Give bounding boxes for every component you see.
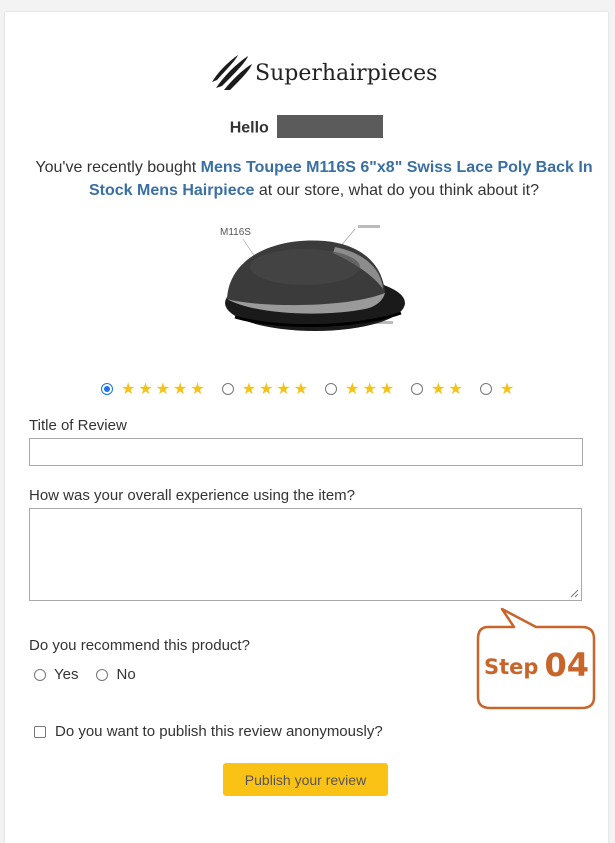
rating-stars-5: ★★★★★ xyxy=(121,381,208,398)
greeting: Hello xyxy=(5,115,608,140)
rating-option-4[interactable]: ★★★★ xyxy=(221,379,312,399)
rating-radio-5[interactable] xyxy=(101,383,113,395)
rating-radio-1[interactable] xyxy=(479,383,492,395)
greeting-hello: Hello xyxy=(229,119,269,137)
intro-text: You've recently bought Mens Toupee M116S… xyxy=(25,156,603,202)
recommend-label: Do you recommend this product? xyxy=(29,637,250,654)
brand-mark-icon xyxy=(212,55,252,90)
rating-option-1[interactable]: ★ xyxy=(479,379,518,399)
recommend-no-option[interactable]: No xyxy=(96,666,136,683)
recommend-no-label: No xyxy=(116,666,136,683)
rating-option-3[interactable]: ★★★ xyxy=(325,379,397,399)
rating-radio-2[interactable] xyxy=(411,383,424,395)
step-label: Step 04 xyxy=(484,644,589,684)
rating-stars-2: ★★ xyxy=(431,381,466,398)
product-image: M116S xyxy=(215,217,415,347)
experience-textarea[interactable] xyxy=(29,508,582,601)
rating-radio-4[interactable] xyxy=(221,383,234,395)
review-title-input[interactable] xyxy=(29,438,583,466)
rating-stars-1: ★ xyxy=(499,381,518,398)
rating-option-5[interactable]: ★★★★★ xyxy=(101,379,208,399)
step-number: 04 xyxy=(544,646,589,684)
publish-review-button[interactable]: Publish your review xyxy=(223,763,388,796)
review-title-label: Title of Review xyxy=(29,417,127,434)
brand-logo: Superhairpieces xyxy=(210,44,437,104)
recommend-yes-radio[interactable] xyxy=(34,668,46,681)
redacted-customer-name xyxy=(277,115,384,138)
rating-stars-4: ★★★★ xyxy=(241,381,312,398)
rating-option-2[interactable]: ★★ xyxy=(411,379,466,399)
anonymous-option[interactable]: Do you want to publish this review anony… xyxy=(34,723,383,740)
review-card: Superhairpieces Hello You've recently bo… xyxy=(5,12,608,843)
product-code-label: M116S xyxy=(220,227,251,238)
recommend-no-radio[interactable] xyxy=(96,668,109,681)
step-word: Step xyxy=(484,655,539,679)
star-rating-group: ★★★★★ ★★★★ ★★★ ★★ ★ xyxy=(101,379,531,399)
rating-radio-3[interactable] xyxy=(325,383,338,395)
intro-prefix: You've recently bought xyxy=(35,159,201,176)
intro-suffix: at our store, what do you think about it… xyxy=(254,182,540,199)
anonymous-label: Do you want to publish this review anony… xyxy=(55,723,383,740)
recommend-yes-option[interactable]: Yes xyxy=(34,666,78,683)
brand-name: Superhairpieces xyxy=(255,61,438,86)
anonymous-checkbox[interactable] xyxy=(34,725,46,738)
recommend-yes-label: Yes xyxy=(54,666,79,683)
experience-label: How was your overall experience using th… xyxy=(29,487,355,504)
rating-stars-3: ★★★ xyxy=(345,381,398,398)
recommend-options: Yes No xyxy=(34,666,154,683)
